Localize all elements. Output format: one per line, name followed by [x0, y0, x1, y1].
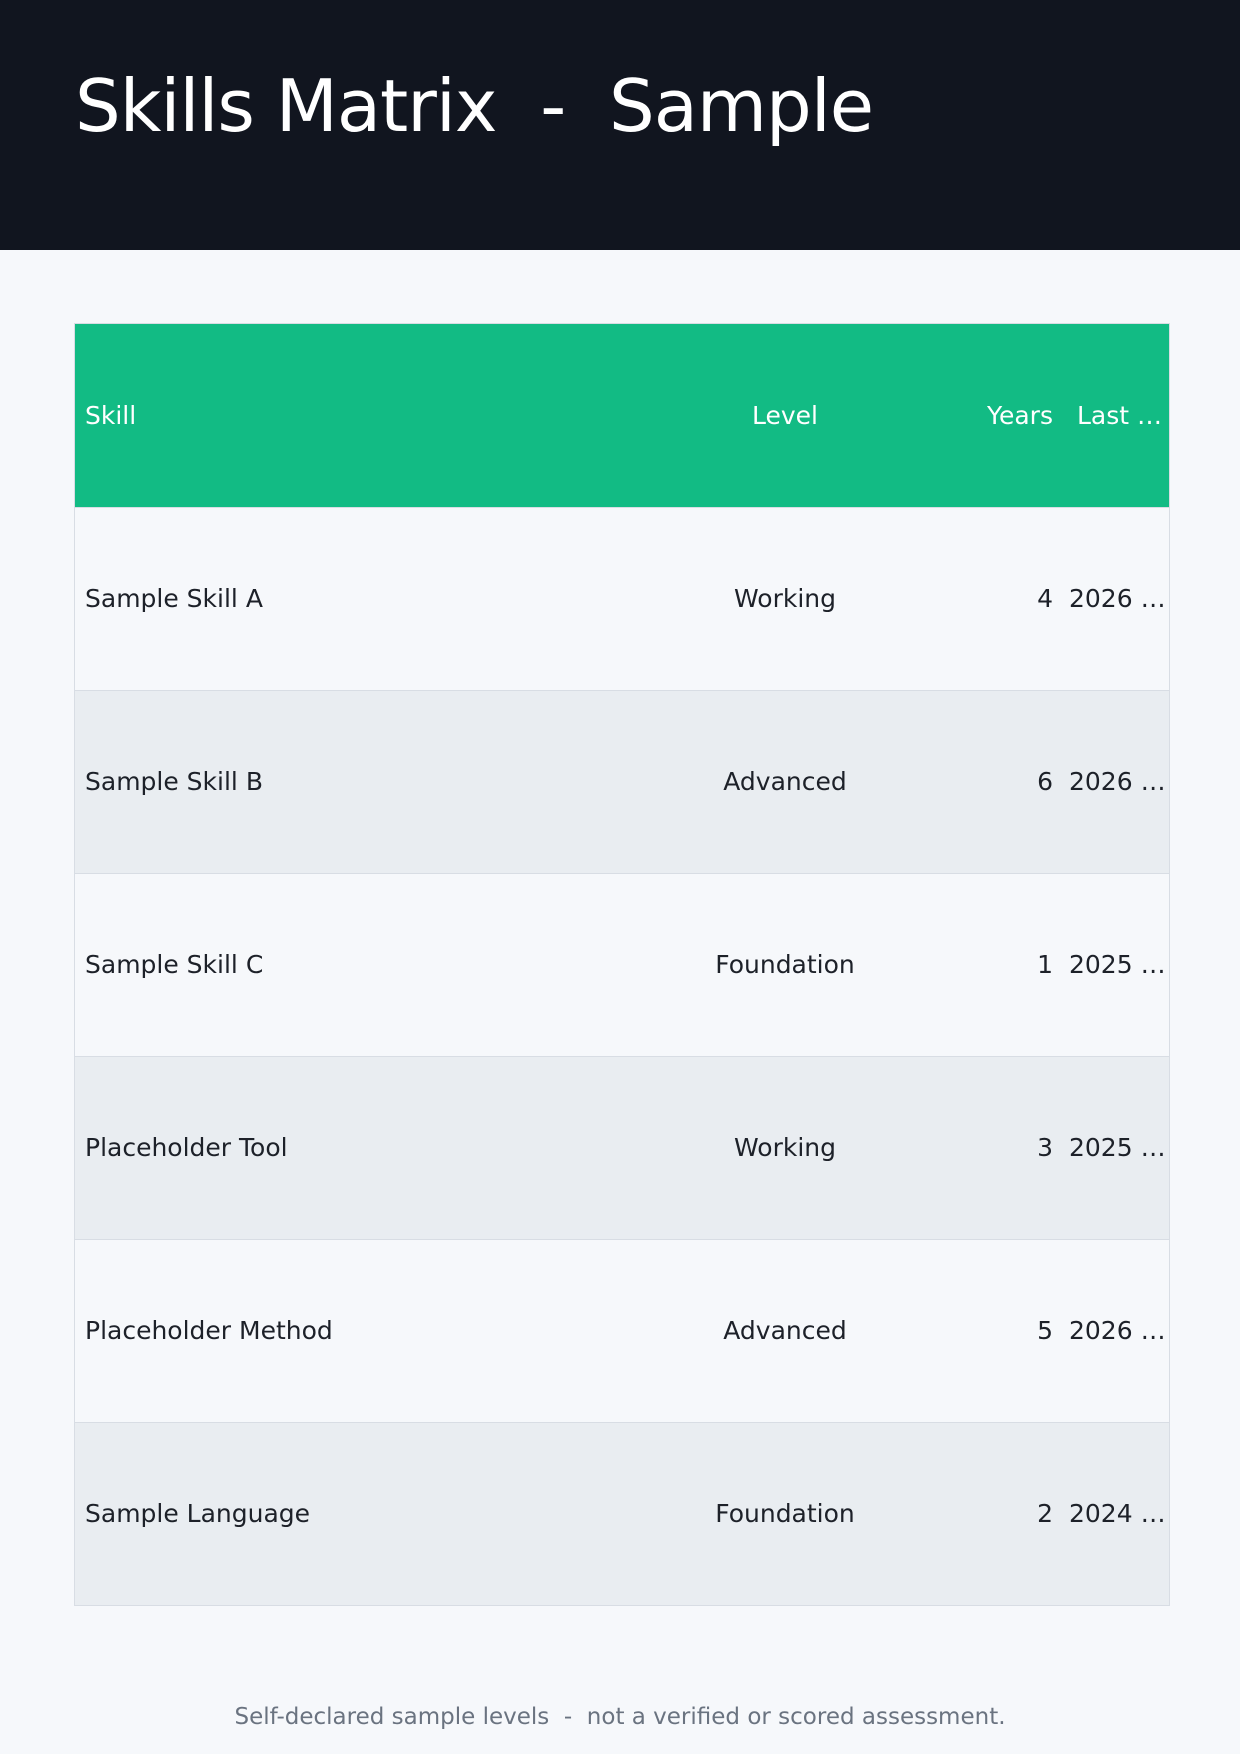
- table-row: Sample Skill A Working 4 2026 (sampl…: [75, 507, 1169, 690]
- skill-cell: Sample Skill A: [85, 584, 263, 613]
- last-used-cell: 2025 (sampl…: [1069, 950, 1169, 979]
- column-header-level: Level: [752, 400, 818, 430]
- page-header: Skills Matrix - Sample: [0, 0, 1240, 250]
- last-used-cell: 2026 (sampl…: [1069, 767, 1169, 796]
- table-row: Placeholder Method Advanced 5 2026 (samp…: [75, 1239, 1169, 1422]
- table-row: Sample Skill C Foundation 1 2025 (sampl…: [75, 873, 1169, 1056]
- column-header-years: Years: [987, 400, 1053, 430]
- years-cell: 2: [1037, 1499, 1053, 1529]
- level-cell: Foundation: [715, 950, 855, 979]
- skill-cell: Sample Skill C: [85, 950, 264, 979]
- level-cell: Foundation: [715, 1499, 855, 1529]
- skills-table-container: Skill Level Years Last Used Sample Skill…: [74, 323, 1170, 1606]
- years-cell: 3: [1037, 1133, 1053, 1162]
- skill-cell: Placeholder Method: [85, 1316, 333, 1345]
- skill-cell: Placeholder Tool: [85, 1133, 288, 1162]
- last-used-cell: 2025 (sampl…: [1069, 1133, 1169, 1162]
- skills-table: Skill Level Years Last Used Sample Skill…: [75, 324, 1169, 1605]
- last-used-cell: 2026 (sampl…: [1069, 584, 1169, 613]
- table-row: Sample Language Foundation 2 2024 (sampl…: [75, 1422, 1169, 1605]
- table-header-row: Skill Level Years Last Used: [75, 324, 1169, 507]
- last-used-cell: 2024 (sampl…: [1069, 1499, 1169, 1529]
- level-cell: Advanced: [723, 767, 847, 796]
- years-cell: 1: [1037, 950, 1053, 979]
- years-cell: 6: [1037, 767, 1053, 796]
- skill-cell: Sample Language: [85, 1499, 311, 1529]
- column-header-last-used: Last Used: [1077, 400, 1169, 430]
- skill-cell: Sample Skill B: [85, 767, 263, 796]
- level-cell: Working: [734, 1133, 836, 1162]
- years-cell: 4: [1037, 584, 1053, 613]
- footnote: Self-declared sample levels - not a veri…: [234, 1704, 1006, 1730]
- table-row: Placeholder Tool Working 3 2025 (sampl…: [75, 1056, 1169, 1239]
- level-cell: Advanced: [723, 1316, 847, 1345]
- years-cell: 5: [1037, 1316, 1053, 1345]
- level-cell: Working: [734, 584, 836, 613]
- table-row: Sample Skill B Advanced 6 2026 (sampl…: [75, 690, 1169, 873]
- page-title: Skills Matrix - Sample: [75, 64, 874, 148]
- last-used-cell: 2026 (sampl…: [1069, 1316, 1169, 1345]
- column-header-skill: Skill: [85, 400, 137, 430]
